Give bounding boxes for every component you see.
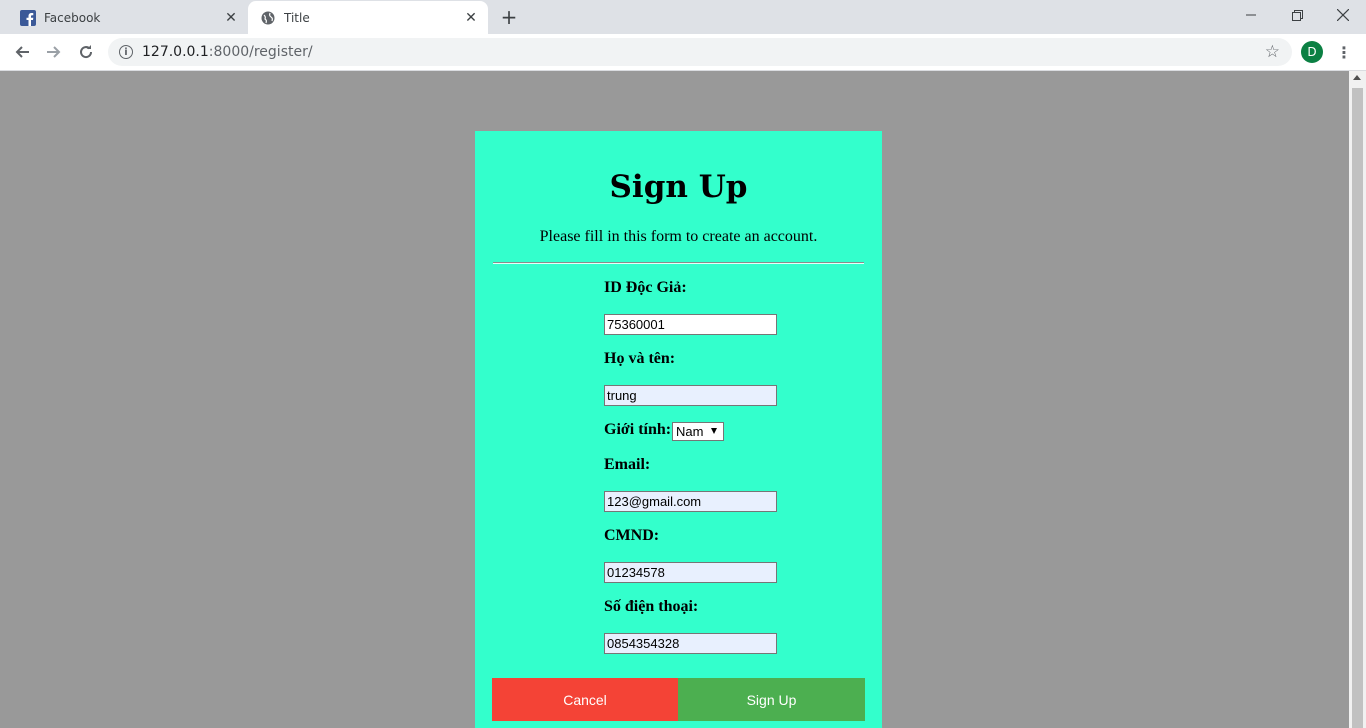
- restore-icon[interactable]: [1274, 0, 1320, 30]
- form-subtitle: Please fill in this form to create an ac…: [539, 228, 818, 245]
- close-tab-icon[interactable]: ✕: [220, 7, 242, 29]
- phone-label: Số điện thoại:: [604, 598, 699, 615]
- id-input[interactable]: [604, 314, 777, 335]
- browser-toolbar: i 127.0.0.1:8000/register/ ☆: [0, 34, 1366, 71]
- divider: [493, 262, 864, 264]
- email-input[interactable]: [604, 491, 777, 512]
- facebook-icon: [20, 9, 36, 26]
- gender-select[interactable]: Nam: [672, 422, 724, 441]
- id-label: ID Độc Giả:: [604, 279, 687, 296]
- scrollbar-thumb[interactable]: [1352, 88, 1363, 728]
- form-heading: Sign Up: [609, 169, 748, 205]
- cmnd-label: CMND:: [604, 527, 660, 544]
- tab-facebook[interactable]: Facebook ✕: [8, 1, 248, 34]
- cmnd-input[interactable]: [604, 562, 777, 583]
- tab-title: Facebook: [44, 10, 101, 25]
- bookmark-star-icon[interactable]: ☆: [1265, 42, 1280, 62]
- globe-icon: [260, 10, 276, 26]
- phone-input[interactable]: [604, 633, 777, 654]
- reload-icon[interactable]: [72, 38, 100, 66]
- tab-title-active[interactable]: Title ✕: [248, 1, 488, 34]
- minimize-icon[interactable]: [1228, 0, 1274, 30]
- tab-strip: Facebook ✕ Title ✕ +: [0, 0, 1366, 34]
- forward-icon[interactable]: [40, 38, 68, 66]
- name-input[interactable]: [604, 385, 777, 406]
- email-label: Email:: [604, 456, 651, 473]
- scroll-up-arrow-icon[interactable]: [1353, 75, 1361, 80]
- address-bar[interactable]: i 127.0.0.1:8000/register/ ☆: [108, 38, 1292, 66]
- close-tab-icon[interactable]: ✕: [460, 7, 482, 29]
- signup-form: Sign Up Please fill in this form to crea…: [475, 131, 882, 728]
- more-menu-icon[interactable]: ⋮: [1336, 40, 1352, 64]
- gender-label: Giới tính:: [604, 421, 672, 438]
- cancel-button[interactable]: Cancel: [492, 678, 678, 721]
- gender-selected-value: Nam: [676, 424, 704, 439]
- info-icon[interactable]: i: [119, 45, 133, 59]
- dropdown-arrow-icon: [711, 428, 717, 434]
- name-label: Họ và tên:: [604, 350, 676, 367]
- scrollbar[interactable]: [1349, 71, 1366, 728]
- profile-avatar[interactable]: D: [1301, 41, 1323, 63]
- signup-button[interactable]: Sign Up: [678, 678, 865, 721]
- back-icon[interactable]: [8, 38, 36, 66]
- tab-title: Title: [284, 10, 310, 25]
- close-window-icon[interactable]: [1320, 0, 1366, 30]
- new-tab-icon[interactable]: +: [498, 5, 520, 29]
- url-text: 127.0.0.1:8000/register/: [142, 44, 313, 60]
